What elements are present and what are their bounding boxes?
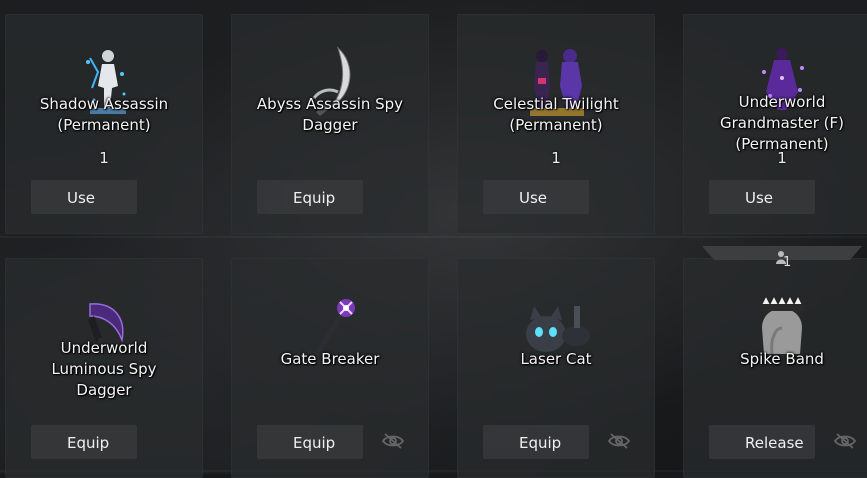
item-card-laser-cat[interactable]: Laser Cat Equip	[457, 258, 655, 478]
equip-button[interactable]: Equip	[483, 425, 589, 459]
use-button[interactable]: Use	[483, 180, 589, 214]
release-button[interactable]: Release	[709, 425, 815, 459]
equipped-count: 1	[783, 255, 792, 270]
item-count: 1	[777, 149, 787, 167]
item-name: Celestial Twilight (Permanent)	[493, 95, 619, 134]
item-card-gate-breaker[interactable]: Gate Breaker Equip	[231, 258, 429, 478]
item-name: Shadow Assassin (Permanent)	[39, 95, 169, 134]
equip-button[interactable]: Equip	[31, 425, 137, 459]
use-button[interactable]: Use	[31, 180, 137, 214]
item-name: Underworld Grandmaster (F) (Permanent)	[719, 93, 844, 153]
item-name: Gate Breaker	[280, 350, 380, 368]
equip-button[interactable]: Equip	[257, 425, 363, 459]
item-card-underworld-grandmaster[interactable]: Underworld Grandmaster (F) (Permanent) 1 U…	[683, 14, 867, 234]
eye-slash-icon[interactable]	[381, 432, 405, 450]
item-card-underworld-luminous-spy-dagger[interactable]: Underworld Luminous Spy Dagger Equip	[5, 258, 203, 478]
item-name: Spike Band	[740, 350, 824, 368]
item-card-abyss-assassin-spy-dagger[interactable]: Abyss Assassin Spy Dagger Equip	[231, 14, 429, 234]
eye-slash-icon[interactable]	[607, 432, 631, 450]
eye-slash-icon[interactable]	[833, 432, 857, 450]
item-count: 1	[551, 149, 561, 167]
item-name: Underworld Luminous Spy Dagger	[51, 339, 157, 399]
item-count: 1	[99, 149, 109, 167]
item-card-spike-band[interactable]: 1 Spike Band Release	[683, 246, 867, 478]
item-card-celestial-twilight[interactable]: Celestial Twilight (Permanent) 1 Use	[457, 14, 655, 234]
use-button[interactable]: Use	[709, 180, 815, 214]
equip-button[interactable]: Equip	[257, 180, 363, 214]
item-name: Abyss Assassin Spy Dagger	[256, 95, 404, 134]
item-card-shadow-assassin[interactable]: Shadow Assassin (Permanent) 1 Use	[5, 14, 203, 234]
item-name: Laser Cat	[520, 350, 592, 368]
